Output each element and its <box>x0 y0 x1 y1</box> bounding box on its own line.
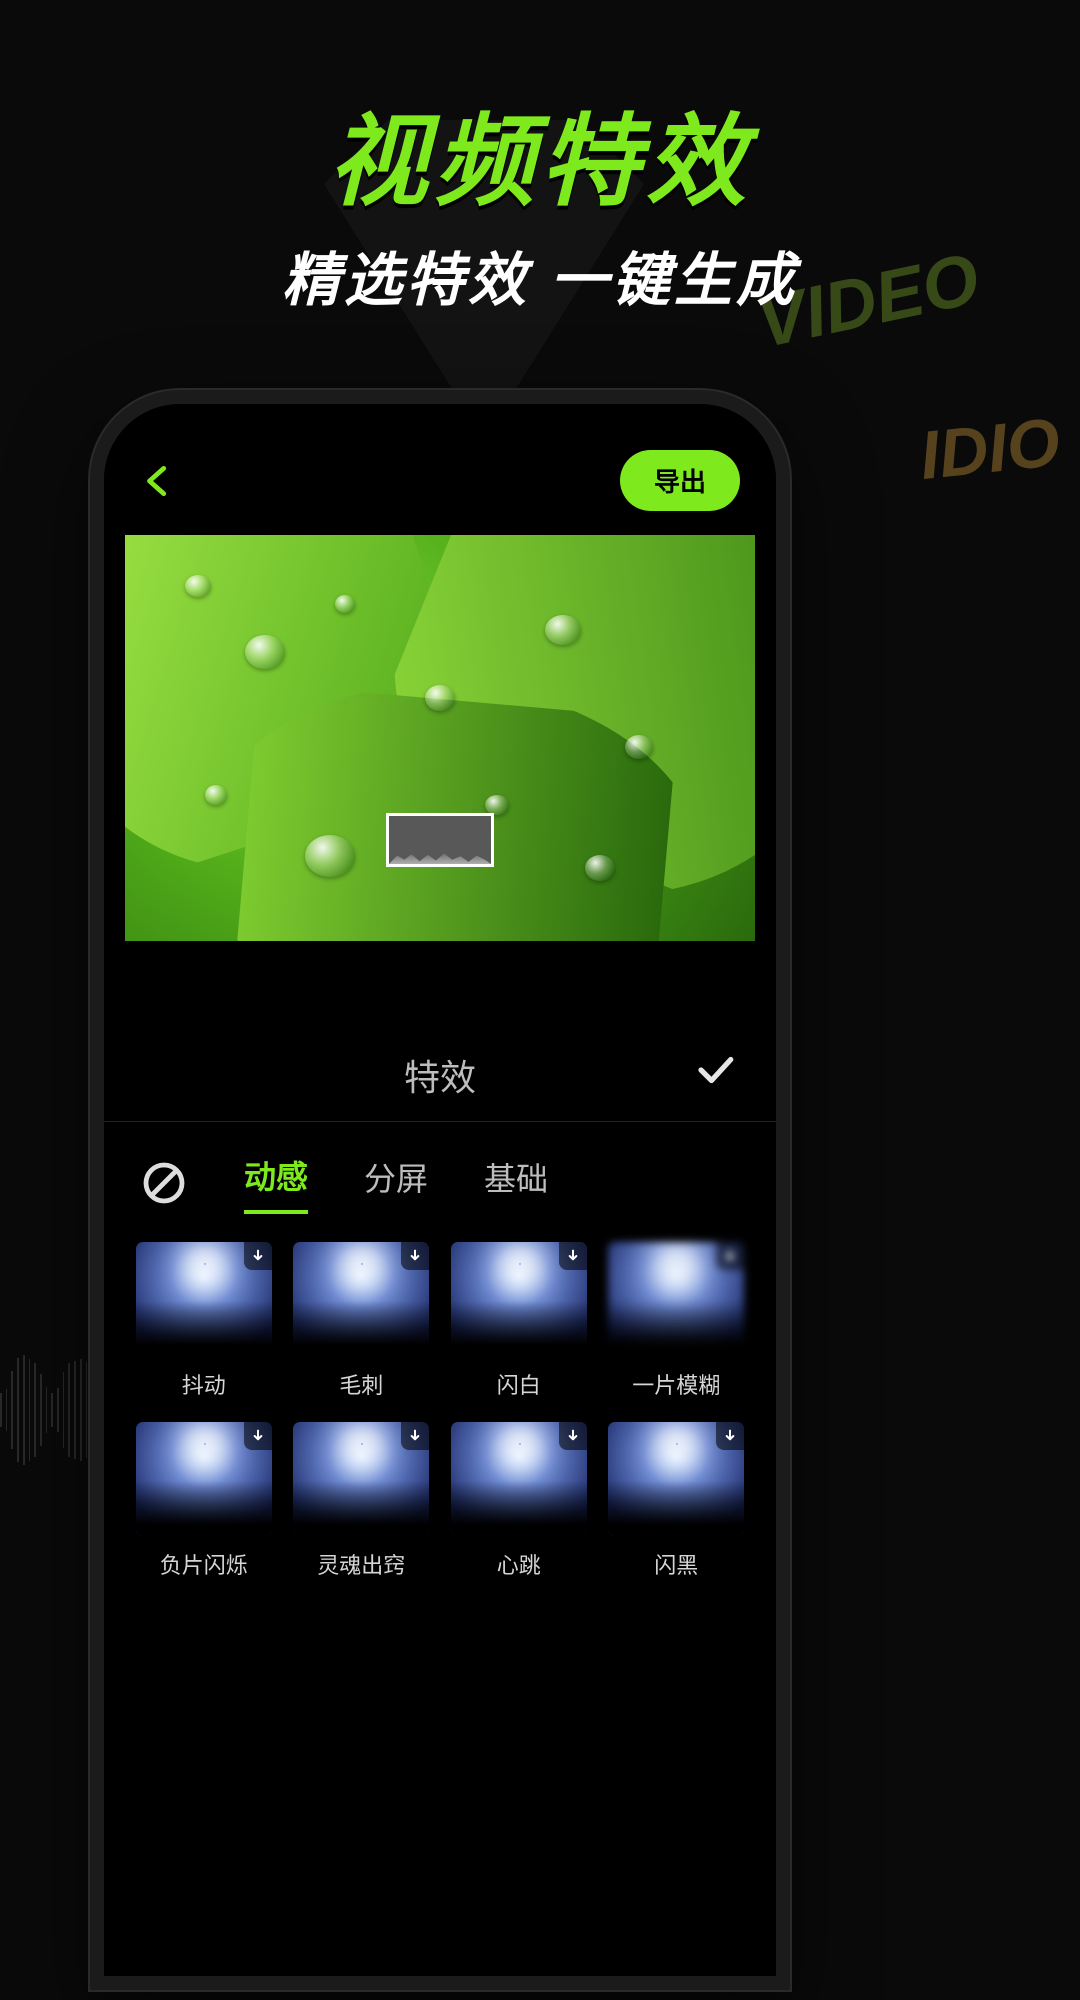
timeline-marker[interactable] <box>386 813 494 867</box>
effect-thumbnail <box>608 1242 744 1356</box>
hero-subtitle: 精选特效 一键生成 <box>0 233 1080 317</box>
panel-title: 特效 <box>404 1049 476 1101</box>
download-icon <box>559 1242 587 1270</box>
video-preview[interactable] <box>125 535 755 941</box>
bg-idio-text: IDIO <box>917 403 1064 495</box>
phone-frame: 导出 特效 动感分屏基 <box>90 390 790 1990</box>
effect-item[interactable]: 闪黑 <box>607 1422 747 1580</box>
download-icon <box>244 1242 272 1270</box>
effects-grid: 抖动 毛刺 闪白 一片模糊负片闪烁 灵魂出窍 心跳 闪黑 <box>104 1214 776 1608</box>
effect-item[interactable]: 毛刺 <box>292 1242 432 1400</box>
effect-item[interactable]: 心跳 <box>449 1422 589 1580</box>
top-bar: 导出 <box>104 438 776 535</box>
effect-item[interactable]: 闪白 <box>449 1242 589 1400</box>
download-icon <box>716 1422 744 1450</box>
effect-label: 毛刺 <box>339 1368 383 1400</box>
effect-label: 一片模糊 <box>632 1368 720 1400</box>
tab-2[interactable]: 基础 <box>484 1154 548 1212</box>
download-icon <box>401 1242 429 1270</box>
effect-thumbnail <box>136 1422 272 1536</box>
download-icon <box>244 1422 272 1450</box>
download-icon <box>716 1242 744 1270</box>
effect-label: 负片闪烁 <box>160 1548 248 1580</box>
download-icon <box>559 1422 587 1450</box>
panel-header: 特效 <box>104 1049 776 1122</box>
effect-item[interactable]: 灵魂出窍 <box>292 1422 432 1580</box>
confirm-icon[interactable] <box>694 1049 736 1091</box>
download-icon <box>401 1422 429 1450</box>
effect-thumbnail <box>451 1242 587 1356</box>
tab-1[interactable]: 分屏 <box>364 1154 428 1212</box>
hero-title: 视频特效 <box>0 80 1080 225</box>
effect-item[interactable]: 抖动 <box>134 1242 274 1400</box>
export-button[interactable]: 导出 <box>620 450 740 511</box>
effect-label: 心跳 <box>497 1548 541 1580</box>
effect-label: 抖动 <box>182 1368 226 1400</box>
none-effect-icon[interactable] <box>140 1159 188 1207</box>
effect-label: 灵魂出窍 <box>317 1548 405 1580</box>
effect-label: 闪黑 <box>654 1548 698 1580</box>
back-icon[interactable] <box>140 462 178 500</box>
effect-thumbnail <box>451 1422 587 1536</box>
effect-thumbnail <box>293 1242 429 1356</box>
tab-0[interactable]: 动感 <box>244 1152 308 1214</box>
effect-thumbnail <box>136 1242 272 1356</box>
effect-thumbnail <box>293 1422 429 1536</box>
effect-item[interactable]: 一片模糊 <box>607 1242 747 1400</box>
effect-item[interactable]: 负片闪烁 <box>134 1422 274 1580</box>
app-screen: 导出 特效 动感分屏基 <box>104 404 776 1976</box>
effect-thumbnail <box>608 1422 744 1536</box>
effect-label: 闪白 <box>497 1368 541 1400</box>
effect-tabs: 动感分屏基础 <box>104 1122 776 1214</box>
